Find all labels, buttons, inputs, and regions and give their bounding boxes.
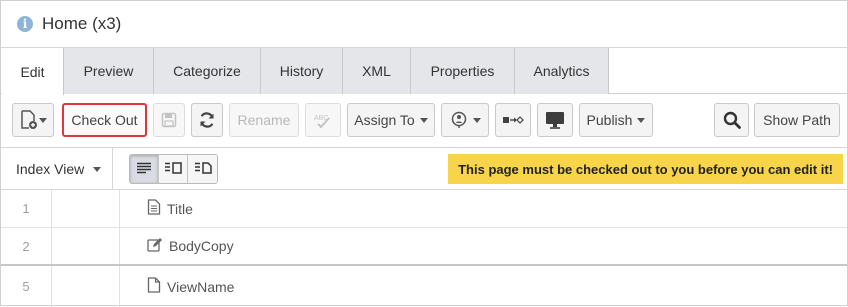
save-icon [161, 112, 177, 128]
tab-history[interactable]: History [261, 48, 343, 94]
row-number: 2 [22, 238, 30, 254]
view-mode-group [129, 154, 218, 184]
column-divider [51, 266, 52, 307]
form-view-icon [164, 161, 182, 177]
edit-icon [147, 237, 169, 256]
field-title[interactable]: Title [147, 199, 193, 218]
field-label: BodyCopy [169, 238, 234, 254]
content-editor-window: i Home (x3) Edit Preview Categorize Hist… [0, 0, 848, 307]
check-out-button[interactable]: Check Out [62, 103, 147, 137]
form-view-button[interactable] [159, 155, 188, 183]
list-item[interactable]: 5 ViewName [1, 266, 847, 307]
view-bar: Index View This page must be checked out… [1, 148, 847, 190]
row-number: 5 [22, 279, 30, 294]
search-icon [723, 111, 741, 129]
document-view-button[interactable] [188, 155, 217, 183]
field-bodycopy[interactable]: BodyCopy [147, 237, 234, 256]
field-viewname[interactable]: ViewName [147, 277, 234, 296]
field-label: ViewName [167, 278, 235, 295]
workflow-button[interactable] [441, 103, 489, 137]
column-divider [119, 190, 120, 227]
index-view-label: Index View [16, 161, 85, 177]
checkout-warning-banner: This page must be checked out to you bef… [448, 154, 843, 184]
title-bar: i Home (x3) [1, 1, 847, 48]
spellcheck-button[interactable]: ABC [305, 103, 341, 137]
search-button[interactable] [714, 103, 749, 137]
tab-bar: Edit Preview Categorize History XML Prop… [1, 48, 847, 95]
move-button[interactable] [495, 103, 531, 137]
chevron-down-icon [38, 117, 47, 123]
assign-to-button[interactable]: Assign To [347, 103, 435, 137]
new-document-icon [20, 110, 38, 130]
publish-label: Publish [586, 112, 633, 128]
monitor-icon [545, 111, 565, 129]
page-title: Home (x3) [42, 14, 122, 33]
toolbar: Check Out Rename ABC Assign To Publish S… [1, 94, 847, 148]
tab-edit[interactable]: Edit [2, 48, 64, 95]
tab-xml[interactable]: XML [343, 48, 411, 94]
row-number: 1 [22, 201, 30, 216]
chevron-down-icon [419, 117, 428, 123]
tab-properties[interactable]: Properties [411, 48, 515, 94]
save-button[interactable] [153, 103, 185, 137]
spellcheck-icon: ABC [313, 112, 333, 128]
chevron-down-icon [472, 117, 481, 123]
publish-button[interactable]: Publish [579, 103, 653, 137]
tab-analytics[interactable]: Analytics [515, 48, 609, 94]
chevron-down-icon [637, 117, 646, 123]
move-icon [502, 115, 524, 125]
list-view-button[interactable] [130, 155, 159, 183]
new-button[interactable] [12, 103, 54, 137]
tab-preview[interactable]: Preview [64, 48, 154, 94]
show-path-button[interactable]: Show Path [754, 103, 840, 137]
column-divider [51, 228, 52, 264]
list-item[interactable]: 1 Title [1, 190, 847, 228]
chevron-down-icon [93, 166, 102, 172]
tab-categorize[interactable]: Categorize [154, 48, 261, 94]
list-view-icon [136, 161, 152, 177]
preview-button[interactable] [537, 103, 573, 137]
info-icon[interactable]: i [17, 16, 33, 32]
file-icon [147, 277, 167, 296]
workflow-icon [450, 111, 468, 129]
list-item[interactable]: 2 BodyCopy [1, 228, 847, 266]
column-divider [51, 190, 52, 227]
document-view-icon [194, 161, 212, 177]
rename-button[interactable]: Rename [229, 103, 299, 137]
refresh-button[interactable] [191, 103, 223, 137]
field-label: Title [167, 200, 193, 217]
refresh-icon [198, 111, 216, 129]
index-view-dropdown[interactable]: Index View [1, 148, 113, 190]
column-divider [119, 228, 120, 264]
document-icon [147, 199, 167, 218]
assign-to-label: Assign To [354, 112, 415, 128]
column-divider [119, 266, 120, 307]
